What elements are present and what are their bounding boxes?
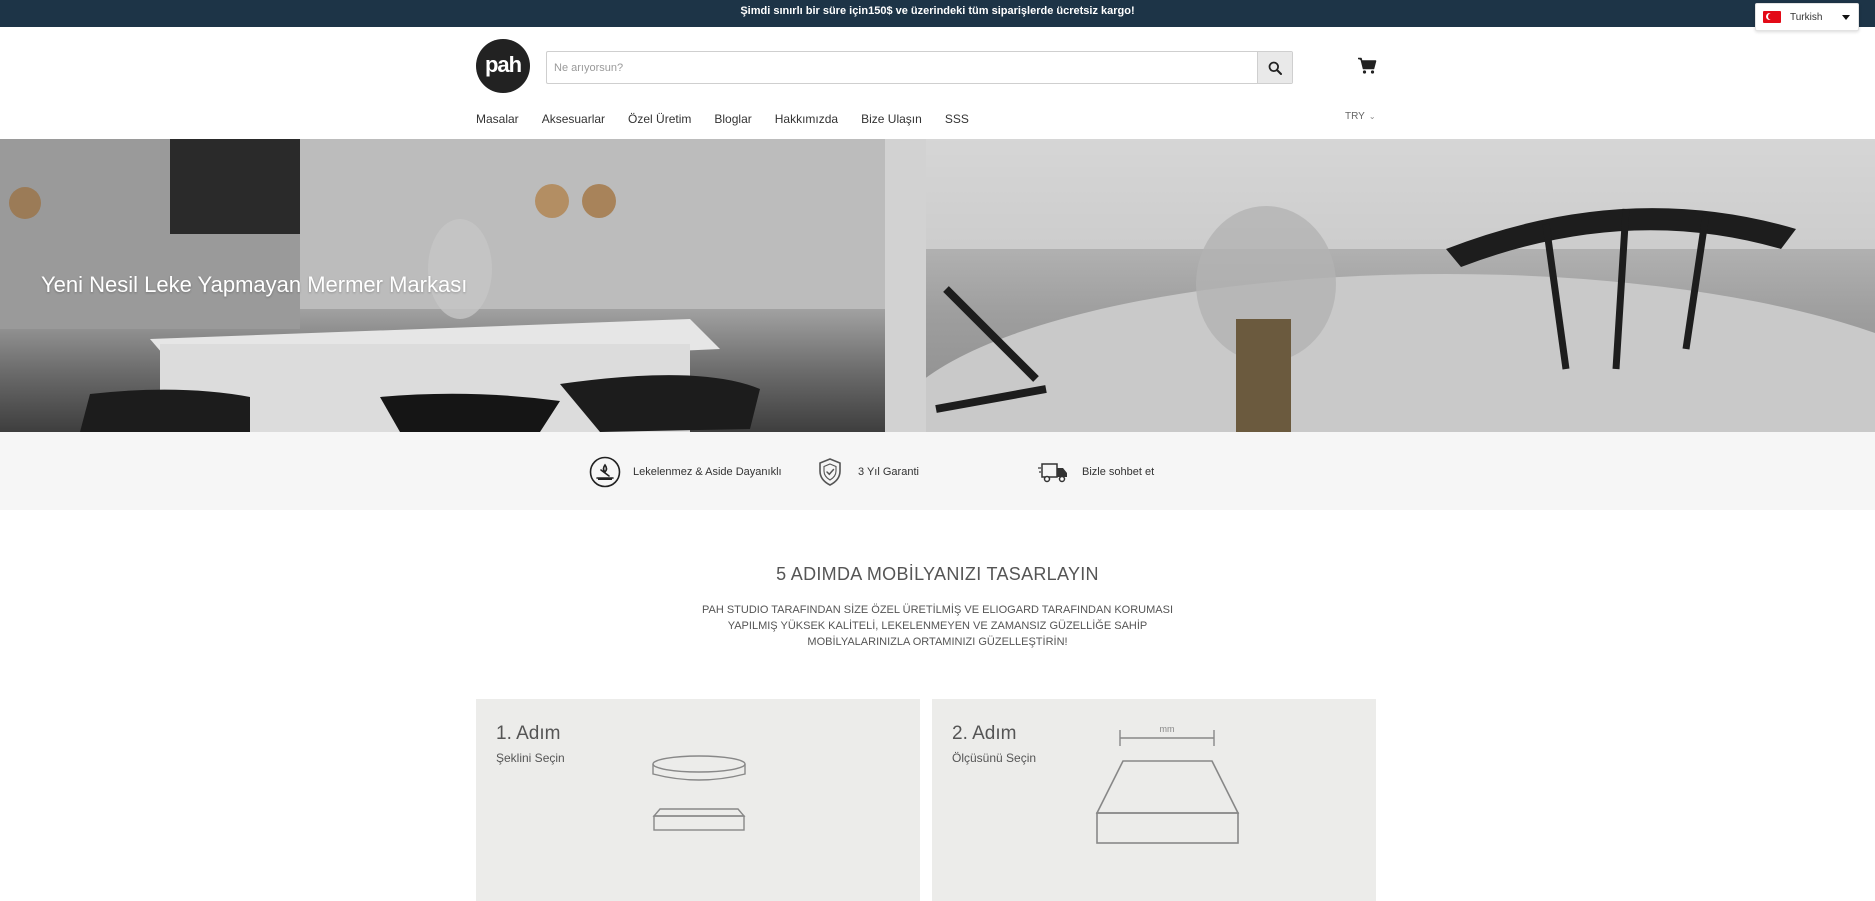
section-title: 5 ADIMDA MOBİLYANIZI TASARLAYIN xyxy=(776,564,1099,584)
step-label: Ölçüsünü Seçin xyxy=(952,751,1037,765)
nav-item-bize-ulasin[interactable]: Bize Ulaşın xyxy=(861,112,922,126)
feature-warranty: 3 Yıl Garanti xyxy=(814,456,919,488)
step-number: 2. Adım xyxy=(952,723,1017,744)
caret-down-icon xyxy=(1842,15,1850,20)
chevron-down-icon: ⌄ xyxy=(1368,112,1376,121)
dimension-label: mm xyxy=(1160,724,1175,734)
feature-label: Lekelenmez & Aside Dayanıklı xyxy=(633,466,782,478)
nav-item-bloglar[interactable]: Bloglar xyxy=(714,112,751,126)
feature-label: 3 Yıl Garanti xyxy=(858,466,919,478)
currency-value: TRY xyxy=(1345,111,1365,122)
table-shape-icon xyxy=(652,755,746,831)
main-nav: Masalar Aksesuarlar Özel Üretim Bloglar … xyxy=(476,112,992,126)
search-bar xyxy=(546,51,1293,84)
section-description: PAH STUDIO TARAFINDAN SİZE ÖZEL ÜRETİLMİ… xyxy=(701,604,1174,648)
search-input[interactable] xyxy=(547,52,1259,83)
feature-label: Bizle sohbet et xyxy=(1082,466,1155,478)
delivery-truck-icon xyxy=(1038,456,1070,488)
currency-selector[interactable]: TRY ⌄ xyxy=(1345,111,1376,122)
language-selector[interactable]: Turkish xyxy=(1755,3,1859,31)
logo[interactable]: pah xyxy=(476,39,530,93)
search-icon xyxy=(1268,61,1282,75)
nav-item-ozel-uretim[interactable]: Özel Üretim xyxy=(628,112,691,126)
stain-resistant-icon xyxy=(589,456,621,488)
shield-check-icon xyxy=(814,456,846,488)
nav-item-sss[interactable]: SSS xyxy=(945,112,969,126)
search-button[interactable] xyxy=(1257,52,1292,83)
nav-item-hakkimizda[interactable]: Hakkımızda xyxy=(775,112,838,126)
turkey-flag-icon xyxy=(1763,11,1781,23)
cart-button[interactable] xyxy=(1355,55,1379,77)
shopping-cart-icon xyxy=(1358,57,1377,74)
hero-banner: Yeni Nesil Leke Yapmayan Mermer Markası xyxy=(0,139,1875,432)
step-card-size[interactable]: 2. Adım Ölçüsünü Seçin mm xyxy=(932,699,1376,901)
announcement-bar: Şimdi sınırlı bir süre için150$ ve üzeri… xyxy=(0,0,1875,27)
hero-headline: Yeni Nesil Leke Yapmayan Mermer Markası xyxy=(41,272,468,297)
feature-chat[interactable]: Bizle sohbet et xyxy=(1038,456,1154,488)
language-label: Turkish xyxy=(1790,11,1823,23)
nav-item-aksesuarlar[interactable]: Aksesuarlar xyxy=(542,112,605,126)
nav-item-masalar[interactable]: Masalar xyxy=(476,112,519,126)
features-strip: Lekelenmez & Aside Dayanıklı 3 Yıl Garan… xyxy=(0,432,1875,510)
step-card-shape[interactable]: 1. Adım Şeklini Seçin xyxy=(476,699,920,901)
announcement-text: Şimdi sınırlı bir süre için150$ ve üzeri… xyxy=(740,5,1135,17)
hero-image-right xyxy=(886,139,1875,432)
feature-stain-resistant: Lekelenmez & Aside Dayanıklı xyxy=(589,456,782,488)
dining-scene-image xyxy=(886,139,1875,432)
logo-text: pah xyxy=(484,52,522,77)
step-number: 1. Adım xyxy=(496,723,561,744)
step-label: Şeklini Seçin xyxy=(496,751,565,765)
table-size-icon: mm xyxy=(1095,724,1240,844)
